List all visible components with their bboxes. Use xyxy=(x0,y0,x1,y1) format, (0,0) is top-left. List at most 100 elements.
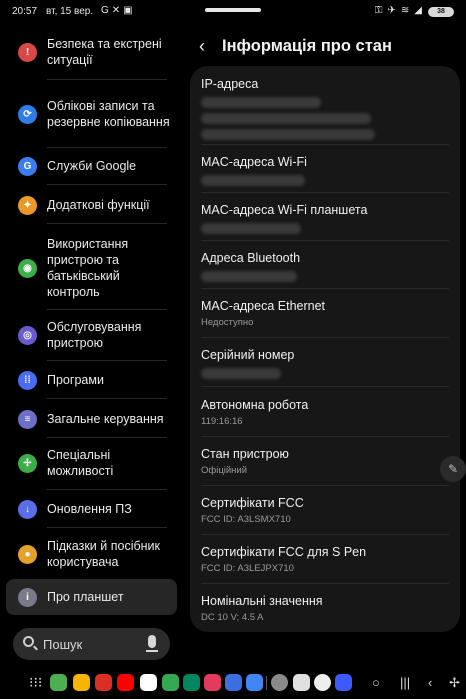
notes-app-icon[interactable] xyxy=(225,674,242,691)
sidebar-item-tips[interactable]: ● Підказки й посібник користувача xyxy=(6,537,177,571)
divider xyxy=(47,79,167,80)
signal-icon: ◢ xyxy=(414,5,422,16)
edit-pen-icon[interactable]: ✎ xyxy=(440,456,466,482)
sidebar-item-safety[interactable]: ! Безпека та екстрені ситуації xyxy=(6,34,177,70)
gallery-app-icon[interactable] xyxy=(204,674,221,691)
pdf-app-icon[interactable] xyxy=(95,674,112,691)
row-serial-number[interactable]: Серійний номер xyxy=(201,347,449,379)
openai-app-icon[interactable] xyxy=(314,674,331,691)
divider xyxy=(47,147,167,148)
divider xyxy=(201,583,449,584)
sidebar-item-label: Служби Google xyxy=(47,159,137,173)
search-icon xyxy=(23,636,34,647)
redacted-value xyxy=(201,129,375,140)
divider xyxy=(201,337,449,338)
chrome-app-icon[interactable] xyxy=(162,674,179,691)
update-icon: ↓ xyxy=(18,499,37,519)
row-title: Сертифікати FCC для S Pen xyxy=(201,545,367,559)
row-uptime[interactable]: Автономна робота 119:16:16 xyxy=(201,397,449,428)
mic-icon[interactable] xyxy=(146,635,158,652)
screen-notification-icon: ▣ xyxy=(123,5,133,16)
settings-app-icon[interactable] xyxy=(271,674,288,691)
divider xyxy=(201,386,449,387)
keep-app-icon[interactable] xyxy=(73,674,90,691)
redacted-value xyxy=(201,175,305,186)
sidebar-item-general[interactable]: ≡ Загальне керування xyxy=(6,409,177,429)
row-title: MAC-адреса Ethernet xyxy=(201,299,326,313)
row-ip-address[interactable]: IP-адреса xyxy=(201,76,449,140)
row-rated-values[interactable]: Номінальні значення DC 10 V; 4.5 A xyxy=(201,593,449,624)
sidebar-item-label: Обслуговування пристрою xyxy=(47,320,142,350)
system-icons: ⚿ ✈ ≋ ◢ xyxy=(375,5,422,16)
google-icon: G xyxy=(18,156,37,176)
wellbeing-icon: ◉ xyxy=(18,258,37,278)
sync-icon: ⟳ xyxy=(18,104,37,124)
divider xyxy=(201,144,449,145)
row-fcc-spen[interactable]: Сертифікати FCC для S Pen FCC ID: A3LEJP… xyxy=(201,544,449,575)
row-title: MAC-адреса Wi-Fi планшета xyxy=(201,203,368,217)
taskbar-separator xyxy=(266,676,267,690)
sidebar-item-wellbeing[interactable]: ◉ Використання пристрою та батьківський … xyxy=(6,236,177,300)
divider xyxy=(47,398,167,399)
bulb-icon: ● xyxy=(18,544,37,564)
status-date: вт, 15 вер. xyxy=(46,6,94,17)
divider xyxy=(47,184,167,185)
key-icon: ⚿ xyxy=(374,5,383,16)
row-title: Номінальні значення xyxy=(201,594,323,608)
play-store-app-icon[interactable] xyxy=(183,674,200,691)
row-value: FCC ID: A3LSMX710 xyxy=(201,514,291,525)
divider xyxy=(201,288,449,289)
window-handle[interactable] xyxy=(205,8,261,12)
taskbar: ⁝⁝⁝ ○ ||| ‹ ✢ xyxy=(0,670,466,699)
photos-app-icon[interactable] xyxy=(140,674,157,691)
row-wifi-mac[interactable]: MAC-адреса Wi-Fi xyxy=(201,154,449,186)
back-button[interactable]: ‹ xyxy=(199,37,213,55)
divider xyxy=(201,436,449,437)
translate-app-icon[interactable] xyxy=(246,674,263,691)
row-fcc-certificates[interactable]: Сертифікати FCC FCC ID: A3LSMX710 xyxy=(201,495,449,526)
redacted-value xyxy=(201,223,301,234)
sidebar-item-accounts[interactable]: ⟳ Облікові записи та резервне копіювання xyxy=(6,88,177,140)
sidebar-item-software-update[interactable]: ↓ Оновлення ПЗ xyxy=(6,499,177,519)
sidebar-item-care[interactable]: ◎ Обслуговування пристрою xyxy=(6,318,177,352)
sidebar-item-google[interactable]: G Служби Google xyxy=(6,156,177,176)
row-title: Серійний номер xyxy=(201,348,295,362)
ai-app-icon[interactable] xyxy=(335,674,352,691)
row-ethernet-mac[interactable]: MAC-адреса Ethernet Недоступно xyxy=(201,298,449,329)
recents-button-icon[interactable]: ||| xyxy=(400,674,410,691)
airplane-icon: ✈ xyxy=(387,5,396,16)
wifi-icon: ≋ xyxy=(400,5,410,16)
sliders-icon: ≡ xyxy=(18,409,37,429)
accessibility-icon: ✢ xyxy=(18,453,37,473)
back-nav-button-icon[interactable]: ‹ xyxy=(428,674,432,691)
search-bar[interactable]: Пошук xyxy=(13,628,170,660)
row-tablet-wifi-mac[interactable]: MAC-адреса Wi-Fi планшета xyxy=(201,202,449,234)
sidebar-item-label: Безпека та екстрені ситуації xyxy=(47,37,162,67)
sidebar-item-label: Додаткові функції xyxy=(47,198,150,212)
google-app-icon[interactable] xyxy=(50,674,67,691)
search-input[interactable]: Пошук xyxy=(43,637,82,652)
row-device-status[interactable]: Стан пристрою Офіційний xyxy=(201,446,449,477)
accessibility-nav-icon[interactable]: ✢ xyxy=(449,674,460,691)
app-drawer-icon[interactable]: ⁝⁝⁝ xyxy=(29,675,43,689)
row-title: Автономна робота xyxy=(201,398,309,412)
divider xyxy=(201,192,449,193)
files-app-icon[interactable] xyxy=(293,674,310,691)
home-button-icon[interactable]: ○ xyxy=(372,674,380,691)
sidebar-item-advanced[interactable]: ✦ Додаткові функції xyxy=(6,195,177,215)
status-info-card: IP-адреса MAC-адреса Wi-Fi MAC-адреса Wi… xyxy=(190,66,460,632)
row-value: Офіційний xyxy=(201,465,248,476)
divider xyxy=(201,534,449,535)
sidebar-item-label: Підказки й посібник користувача xyxy=(47,539,160,569)
redacted-value xyxy=(201,271,297,282)
sidebar-item-accessibility[interactable]: ✢ Спеціальні можливості xyxy=(6,446,177,480)
status-bar: 20:57 вт, 15 вер. G ✕ ▣ ⚿ ✈ ≋ ◢ 38 xyxy=(0,0,466,24)
youtube-app-icon[interactable] xyxy=(117,674,134,691)
sidebar-item-label: Програми xyxy=(47,373,104,387)
google-notification-icon: G xyxy=(101,5,109,16)
sidebar-item-about-tablet[interactable]: i Про планшет xyxy=(6,579,177,615)
redacted-value xyxy=(201,368,281,379)
sidebar-item-apps[interactable]: ⁞⁞ Програми xyxy=(6,370,177,390)
sidebar-item-label: Спеціальні можливості xyxy=(47,448,114,478)
row-bluetooth-address[interactable]: Адреса Bluetooth xyxy=(201,250,449,282)
